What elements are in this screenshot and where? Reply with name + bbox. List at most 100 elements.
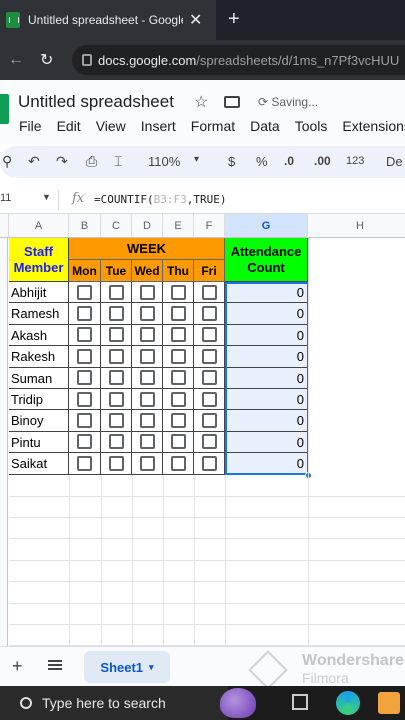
attendance-checkbox[interactable] [170,391,186,407]
staff-name-cell[interactable]: Pintu [9,431,69,454]
attendance-count-cell[interactable]: 0 [225,389,308,411]
menu-format[interactable]: Format [191,118,235,134]
name-box[interactable]: 11 [0,192,11,204]
menu-extensions[interactable]: Extensions [342,118,405,134]
attendance-checkbox[interactable] [108,413,124,429]
column-header-g[interactable]: G [225,214,308,238]
attendance-checkbox[interactable] [77,327,92,343]
day-header-fri[interactable]: Fri [194,260,225,282]
attendance-checkbox[interactable] [201,455,217,471]
currency-format-button[interactable]: $ [228,154,235,169]
attendance-checkbox[interactable] [170,434,186,450]
search-menus-icon[interactable]: ⚲ [2,153,12,170]
edge-browser-icon[interactable] [336,691,360,715]
attendance-checkbox[interactable] [77,370,92,386]
attendance-checkbox[interactable] [77,455,92,471]
attendance-checkbox[interactable] [108,327,124,343]
increase-decimal-button[interactable]: .00 [314,154,331,168]
attendance-count-cell[interactable]: 0 [225,282,308,304]
select-all-corner[interactable] [0,214,9,238]
day-header-tue[interactable]: Tue [101,260,132,282]
attendance-checkbox[interactable] [170,348,186,364]
attendance-checkbox[interactable] [201,391,217,407]
attendance-checkbox[interactable] [108,284,124,300]
column-header-a[interactable]: A [9,214,69,238]
column-header-b[interactable]: B [69,214,101,238]
attendance-count-cell[interactable]: 0 [225,346,308,368]
attendance-count-cell[interactable]: 0 [225,431,308,454]
menu-tools[interactable]: Tools [295,118,328,134]
sheet-tab-sheet1[interactable]: Sheet1 ▾ [84,651,170,683]
zoom-select[interactable]: 110% [148,154,180,169]
attendance-checkbox[interactable] [77,284,92,300]
attendance-checkbox[interactable] [201,327,217,343]
week-header[interactable]: WEEK [69,238,225,260]
attendance-count-cell[interactable]: 0 [225,303,308,325]
column-header-c[interactable]: C [101,214,132,238]
attendance-checkbox[interactable] [170,413,186,429]
more-formats-button[interactable]: 123 [346,155,364,167]
attendance-checkbox[interactable] [77,391,92,407]
spreadsheet-grid[interactable]: A B C D E F G H Staff Member WEEK Attend… [0,214,405,646]
attendance-checkbox[interactable] [201,284,217,300]
document-title[interactable]: Untitled spreadsheet [18,92,174,112]
attendance-checkbox[interactable] [77,306,92,322]
site-info-icon[interactable] [82,54,92,66]
attendance-checkbox[interactable] [139,391,155,407]
attendance-checkbox[interactable] [108,455,124,471]
attendance-checkbox[interactable] [139,434,155,450]
staff-name-cell[interactable]: Saikat [9,453,69,475]
row-header-gutter[interactable] [0,238,8,646]
attendance-checkbox[interactable] [170,306,186,322]
tab-close-icon[interactable]: ✕ [189,10,202,30]
add-sheet-button[interactable]: + [12,656,23,677]
menu-insert[interactable]: Insert [141,118,176,134]
staff-name-cell[interactable]: Binoy [9,410,69,432]
print-icon[interactable]: ⎙ [86,153,97,170]
back-icon[interactable]: ← [8,51,30,69]
menu-edit[interactable]: Edit [57,118,81,134]
menu-view[interactable]: View [96,118,126,134]
attendance-checkbox[interactable] [108,434,124,450]
attendance-checkbox[interactable] [77,413,92,429]
all-sheets-icon[interactable] [48,660,62,670]
attendance-count-cell[interactable]: 0 [225,367,308,389]
menu-data[interactable]: Data [250,118,280,134]
staff-name-cell[interactable]: Rakesh [9,346,69,368]
attendance-checkbox[interactable] [139,327,155,343]
search-highlight-icon[interactable] [220,688,256,718]
menu-file[interactable]: File [19,118,42,134]
undo-icon[interactable]: ↶ [28,153,40,170]
new-tab-button[interactable]: + [228,8,240,31]
redo-icon[interactable]: ↷ [56,153,68,170]
attendance-checkbox[interactable] [139,348,155,364]
attendance-count-cell[interactable]: 0 [225,410,308,432]
staff-name-cell[interactable]: Suman [9,367,69,389]
staff-member-header[interactable]: Staff Member [9,238,69,282]
staff-name-cell[interactable]: Abhijit [9,282,69,304]
day-header-wed[interactable]: Wed [132,260,163,282]
percent-format-button[interactable]: % [256,154,268,169]
attendance-checkbox[interactable] [201,306,217,322]
column-header-e[interactable]: E [163,214,194,238]
attendance-checkbox[interactable] [170,455,186,471]
attendance-count-cell[interactable]: 0 [225,453,308,475]
attendance-checkbox[interactable] [201,434,217,450]
attendance-checkbox[interactable] [108,306,124,322]
staff-name-cell[interactable]: Akash [9,324,69,347]
column-header-h[interactable]: H [308,214,405,238]
store-icon[interactable] [378,692,400,714]
day-header-mon[interactable]: Mon [69,260,101,282]
attendance-checkbox[interactable] [139,455,155,471]
attendance-checkbox[interactable] [139,284,155,300]
attendance-checkbox[interactable] [139,370,155,386]
attendance-checkbox[interactable] [201,370,217,386]
attendance-checkbox[interactable] [170,327,186,343]
attendance-checkbox[interactable] [170,284,186,300]
zoom-caret-icon[interactable]: ▾ [194,154,199,165]
attendance-checkbox[interactable] [201,413,217,429]
url-input[interactable]: docs.google.com/spreadsheets/d/1ms_n7Pf3… [72,45,405,75]
attendance-checkbox[interactable] [139,413,155,429]
font-select[interactable]: De [386,154,403,169]
star-icon[interactable]: ☆ [194,92,208,112]
